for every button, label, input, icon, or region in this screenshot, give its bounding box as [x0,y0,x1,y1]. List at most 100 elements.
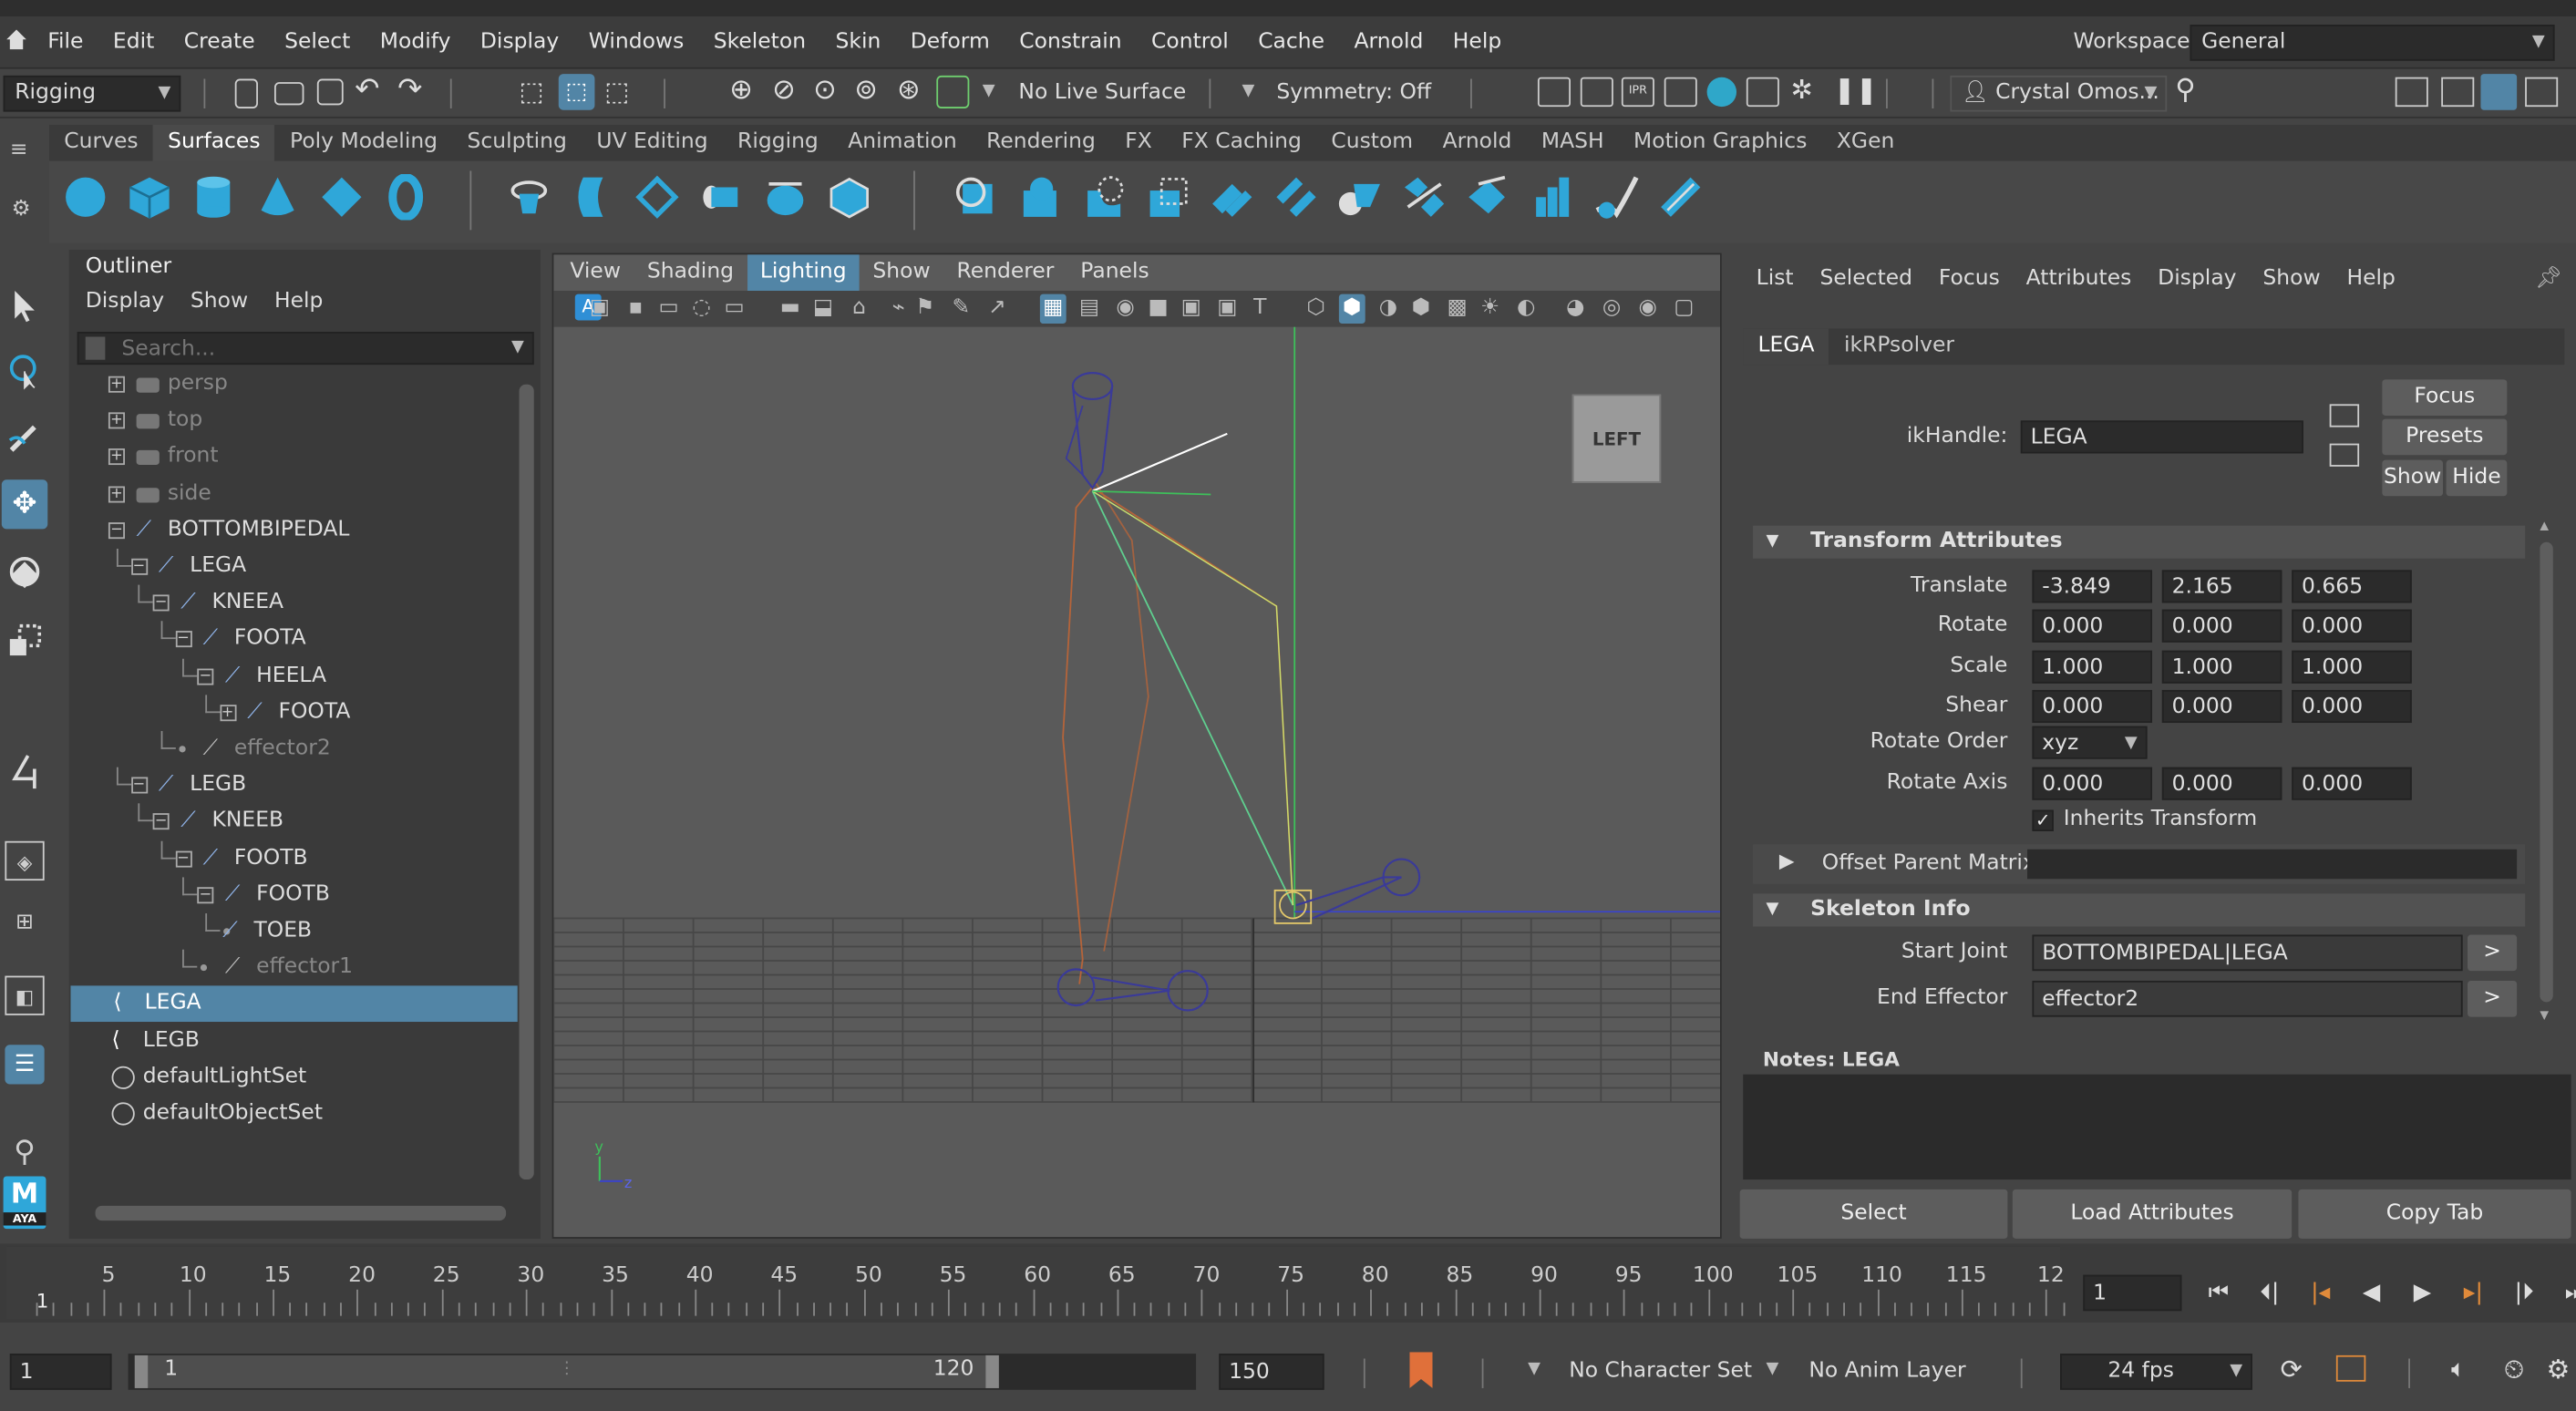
animation-end-field[interactable]: 150 [1219,1354,1324,1390]
scale-y-field[interactable]: 1.000 [2161,650,2282,684]
expand-icon[interactable]: + [108,485,125,502]
viewport-menu-view[interactable]: View [557,254,634,291]
shelf-tab-custom[interactable]: Custom [1316,125,1427,161]
scene-canvas[interactable]: y z [553,326,1721,1241]
select-hierarchy-icon[interactable]: ⬚ [520,76,544,107]
symmetry-dropdown[interactable]: Symmetry: Off [1276,69,1431,118]
modeling-toolkit-icon[interactable] [2395,77,2428,108]
go-to-end-icon[interactable]: ⏭ [2550,1280,2576,1306]
menu-edit[interactable]: Edit [98,16,170,69]
project-curve-icon[interactable] [953,174,998,220]
expand-icon[interactable]: + [108,376,125,393]
shear-y-field[interactable]: 0.000 [2161,689,2282,724]
node-name-field[interactable]: LEGA [2020,420,2303,454]
menu-cache[interactable]: Cache [1243,16,1339,69]
rotate-axis-y-field[interactable]: 0.000 [2161,767,2282,800]
wireframe-icon[interactable]: ⬡ [1303,294,1329,324]
sculpt-geometry-icon[interactable] [1593,174,1639,220]
shelf-tab-motion-graphics[interactable]: Motion Graphics [1619,125,1822,161]
outliner-vscrollbar[interactable] [519,371,536,1203]
shelf-tab-fx-caching[interactable]: FX Caching [1167,125,1316,161]
light-editor-icon[interactable]: ✲ [1791,74,1813,105]
motion-blur-icon[interactable]: ◎ [1599,294,1625,324]
rotate-tool-icon[interactable] [5,552,44,592]
open-scene-icon[interactable] [273,82,304,106]
expand-icon[interactable]: + [108,412,125,429]
character-set-label[interactable]: No Character Set [1569,1359,1752,1384]
wireframe-shaded-icon[interactable]: ◑ [1376,294,1402,324]
2d-pan-icon[interactable]: ▭ [721,294,747,324]
shelf-tab-curves[interactable]: Curves [49,125,153,161]
outliner-item[interactable]: + side [69,476,516,512]
hypershade-icon[interactable] [1706,77,1737,108]
move-pivot-icon[interactable]: ✎ [948,294,974,324]
outliner-item[interactable]: − ⟋ KNEEB [69,804,516,840]
outliner-item[interactable]: − ⟋ HEELA [69,657,516,695]
shelf-tab-sculpting[interactable]: Sculpting [452,125,582,161]
viewport-panel[interactable]: View Shading Lighting Show Renderer Panels A … [551,252,1722,1241]
camera-lock-icon[interactable]: ▪ [623,294,649,324]
viewport-menu-renderer[interactable]: Renderer [943,254,1067,291]
skeleton-info-section[interactable]: ▼ Skeleton Info [1753,893,2526,927]
ipr-render-icon[interactable]: IPR [1621,77,1654,108]
shelf-tab-xgen[interactable]: XGen [1822,125,1910,161]
nurbs-sphere-icon[interactable] [62,174,108,220]
planar-icon[interactable] [634,174,680,220]
snap-curve-icon[interactable]: ⊘ [772,74,796,107]
outliner-search-box[interactable]: ▼ [77,332,534,366]
step-forward-icon[interactable]: |⏵︎ [2499,1280,2550,1306]
nurbs-cone-icon[interactable] [254,174,300,220]
rotate-order-dropdown[interactable]: xyz ▼ [2032,726,2148,759]
boundary-icon[interactable] [827,174,872,220]
birail-icon[interactable] [762,174,808,220]
anim-layer-label[interactable]: No Anim Layer [1808,1359,1965,1384]
viewport-menu-panels[interactable]: Panels [1067,254,1162,291]
render-settings-icon[interactable] [1664,77,1697,108]
collapse-icon[interactable]: − [174,850,191,867]
menu-file[interactable]: File [33,16,98,69]
outliner-item[interactable]: − ⟋ FOOTB [69,840,516,877]
image-plane-icon[interactable]: ◌ [688,294,715,324]
extrude-icon[interactable] [698,174,744,220]
scale-tool-icon[interactable] [5,621,44,660]
isolate-select-icon[interactable]: ▢ [1671,294,1697,324]
anti-aliasing-icon[interactable]: ◉ [1634,294,1661,324]
menu-windows[interactable]: Windows [573,16,698,69]
outliner-item[interactable]: − ⟋ FOOTA [69,621,516,658]
outliner-layout-icon[interactable]: ☰ [5,1045,45,1085]
outliner-item[interactable]: ⟨ LEGB [69,1023,516,1059]
play-forwards-icon[interactable]: ▶ [2397,1280,2448,1306]
shelf-tab-rendering[interactable]: Rendering [972,125,1110,161]
rotate-axis-z-field[interactable]: 0.000 [2292,767,2412,800]
outliner-item[interactable]: − ⟋ BOTTOMBIPEDAL [69,512,516,549]
presets-button[interactable]: Presets [2382,418,2508,456]
end-effector-goto-button[interactable]: > [2468,980,2518,1017]
translate-y-field[interactable]: 2.165 [2161,570,2282,603]
outliner-menu-display[interactable]: Display [72,284,177,321]
outliner-item[interactable]: ⟋ TOEB [69,913,516,950]
shelf-tab-mash[interactable]: MASH [1527,125,1619,161]
menu-arnold[interactable]: Arnold [1339,16,1437,69]
collapse-icon[interactable]: − [108,521,125,539]
outliner-item[interactable]: − ⟋ LEGB [69,767,516,804]
attr-menu-attributes[interactable]: Attributes [2013,262,2145,298]
select-component-icon[interactable]: ⬚ [604,76,629,107]
chevron-down-icon[interactable]: ▼ [1766,1360,1778,1378]
play-backwards-icon[interactable]: ◀ [2346,1280,2397,1306]
attr-menu-focus[interactable]: Focus [1925,262,2013,298]
search-help-icon[interactable]: ⚲ [2175,74,2195,107]
rotate-y-field[interactable]: 0.000 [2161,609,2282,643]
outliner-hscrollbar[interactable] [86,1204,513,1221]
start-joint-field[interactable]: BOTTOMBIPEDAL|LEGA [2032,934,2463,972]
menu-modify[interactable]: Modify [366,16,466,69]
revolve-icon[interactable] [506,174,551,220]
attribute-editor-toggle-icon[interactable] [2441,77,2475,108]
surface-editing-icon[interactable] [1658,174,1704,220]
lights-icon[interactable]: ☀ [1477,294,1503,324]
attr-tab-lega[interactable]: LEGA [1743,328,1829,366]
nurbs-cube-icon[interactable] [127,174,172,220]
use-all-lights-icon[interactable]: ▩ [1444,294,1470,324]
shelf-tab-fx[interactable]: FX [1110,125,1167,161]
menu-skin[interactable]: Skin [820,16,895,69]
move-tool-icon[interactable]: ✥ [1,479,48,530]
